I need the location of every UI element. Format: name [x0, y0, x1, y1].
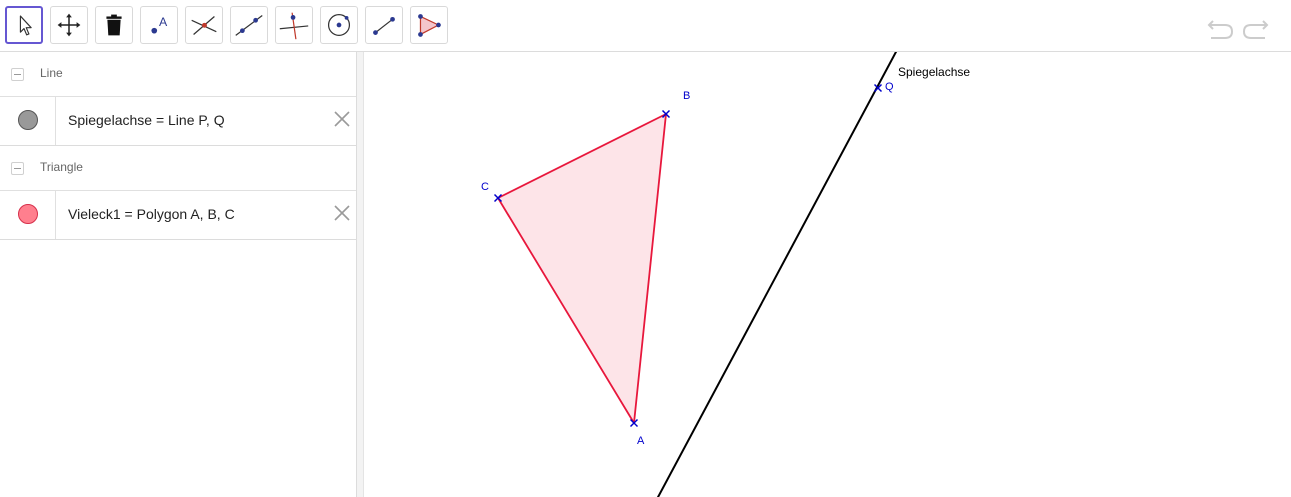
perpendicular-line-icon	[279, 12, 309, 40]
group-header-line[interactable]: Line	[0, 52, 356, 97]
visibility-toggle[interactable]	[0, 191, 56, 239]
redo-icon	[1242, 20, 1269, 39]
close-icon	[334, 111, 350, 127]
move-tool-button[interactable]	[5, 6, 43, 44]
trash-icon	[106, 14, 122, 36]
segment-icon	[373, 16, 395, 35]
group-header-triangle[interactable]: Triangle	[0, 146, 356, 191]
algebra-item-text[interactable]: Vieleck1 = Polygon A, B, C	[68, 206, 235, 222]
point-icon: A	[151, 15, 168, 34]
marble-icon[interactable]	[18, 204, 38, 224]
circle-tool-button[interactable]	[320, 6, 358, 44]
point-a-label: A	[637, 435, 645, 447]
view-divider[interactable]	[356, 52, 364, 497]
algebra-item-vieleck1[interactable]: Vieleck1 = Polygon A, B, C	[0, 191, 356, 240]
marble-icon[interactable]	[18, 110, 38, 130]
visibility-toggle[interactable]	[0, 97, 56, 145]
algebra-item-text[interactable]: Spiegelachse = Line P, Q	[68, 112, 225, 128]
group-label: Triangle	[40, 160, 83, 174]
point-b-label: B	[683, 90, 690, 102]
move-graphics-view-button[interactable]	[50, 6, 88, 44]
delete-tool-button[interactable]	[95, 6, 133, 44]
toolbar: A	[0, 0, 1291, 52]
delete-item-button[interactable]	[332, 109, 352, 129]
group-label: Line	[40, 66, 63, 80]
close-icon	[334, 205, 350, 221]
algebra-item-spiegelachse[interactable]: Spiegelachse = Line P, Q	[0, 97, 356, 146]
graphics-view[interactable]: A B C Q Spiegelachse	[364, 52, 1291, 497]
undo-icon	[1207, 20, 1234, 39]
move-arrows-icon	[57, 13, 81, 37]
redo-button[interactable]	[1241, 12, 1271, 42]
point-c-label: C	[481, 181, 489, 193]
line-label: Spiegelachse	[898, 65, 970, 79]
intersect-icon	[191, 16, 217, 35]
line-through-points-icon	[235, 15, 263, 36]
graphics-canvas[interactable]: A B C Q Spiegelachse	[364, 52, 1291, 497]
undo-button[interactable]	[1205, 12, 1235, 42]
circle-with-center-icon	[327, 13, 351, 37]
intersect-tool-button[interactable]	[185, 6, 223, 44]
algebra-view: Line Spiegelachse = Line P, Q Triangle V…	[0, 52, 356, 497]
cursor-arrow-icon	[19, 15, 32, 36]
perpendicular-line-tool-button[interactable]	[275, 6, 313, 44]
collapse-icon[interactable]	[11, 68, 24, 81]
line-tool-button[interactable]	[230, 6, 268, 44]
segment-tool-button[interactable]	[365, 6, 403, 44]
svg-text:A: A	[159, 15, 168, 29]
point-q-label: Q	[885, 81, 894, 93]
triangle-polygon[interactable]	[497, 113, 667, 424]
point-tool-button[interactable]: A	[140, 6, 178, 44]
collapse-icon[interactable]	[11, 162, 24, 175]
delete-item-button[interactable]	[332, 203, 352, 223]
mirror-axis-line[interactable]	[656, 52, 898, 497]
polygon-icon	[418, 14, 441, 37]
polygon-tool-button[interactable]	[410, 6, 448, 44]
